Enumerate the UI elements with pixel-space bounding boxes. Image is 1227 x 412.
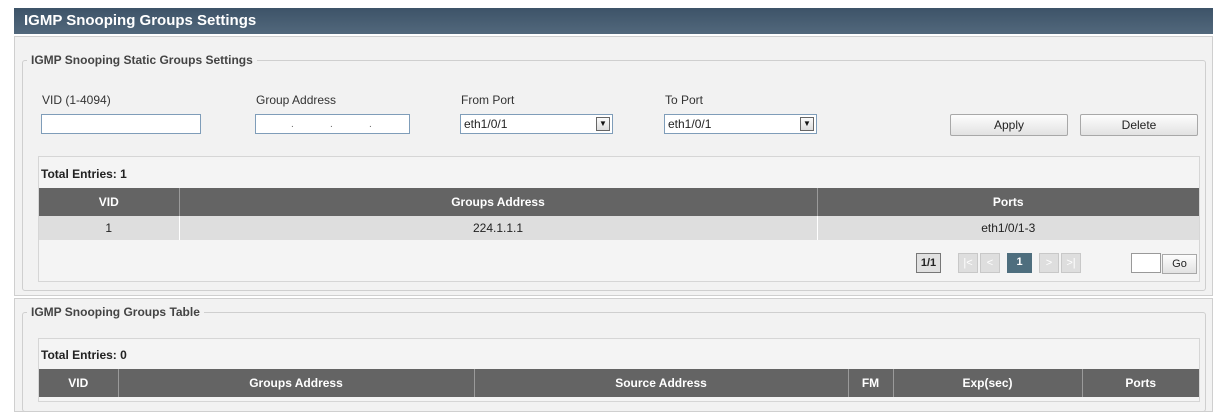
- to-port-label: To Port: [665, 93, 704, 107]
- column-header-exp-sec: Exp(sec): [893, 369, 1083, 397]
- column-header-vid: VID: [39, 188, 180, 216]
- go-page-input[interactable]: [1131, 253, 1161, 273]
- static-groups-legend: IGMP Snooping Static Groups Settings: [27, 53, 257, 67]
- apply-button[interactable]: Apply: [950, 114, 1068, 136]
- next-page-button[interactable]: >: [1039, 253, 1059, 273]
- prev-page-button[interactable]: <: [980, 253, 1000, 273]
- total-entries: Total Entries: 0: [41, 348, 127, 362]
- groups-table-panel: IGMP Snooping Groups Table Total Entries…: [14, 298, 1213, 412]
- column-header-groups-address: Groups Address: [179, 188, 818, 216]
- first-page-button[interactable]: |<: [958, 253, 978, 273]
- ip-separator: .: [330, 119, 333, 130]
- groups-table-legend: IGMP Snooping Groups Table: [27, 305, 204, 319]
- page-title: IGMP Snooping Groups Settings: [14, 8, 1213, 34]
- static-groups-results: Total Entries: 1 VID Groups Address Port…: [38, 156, 1200, 282]
- from-port-value: eth1/0/1: [464, 117, 508, 131]
- go-button[interactable]: Go: [1162, 254, 1197, 274]
- group-address-input[interactable]: . . .: [255, 114, 410, 134]
- last-page-button[interactable]: >|: [1061, 253, 1081, 273]
- chevron-down-icon[interactable]: ▼: [800, 117, 814, 131]
- vid-input[interactable]: [41, 114, 201, 134]
- table-header-row: VID Groups Address Ports: [39, 188, 1199, 216]
- column-header-vid: VID: [39, 369, 119, 397]
- current-page-button[interactable]: 1: [1007, 253, 1032, 273]
- column-header-ports: Ports: [1082, 369, 1199, 397]
- column-header-source-address: Source Address: [474, 369, 849, 397]
- table-header-row: VID Groups Address Source Address FM Exp…: [39, 369, 1199, 397]
- from-port-label: From Port: [461, 93, 515, 107]
- static-groups-panel: IGMP Snooping Static Groups Settings VID…: [14, 36, 1213, 296]
- to-port-select[interactable]: eth1/0/1 ▼: [664, 114, 817, 134]
- pagination: 1/1 |< < 1 > >| Go: [916, 253, 1199, 275]
- ip-separator: .: [369, 119, 372, 130]
- cell-groups-address: 224.1.1.1: [179, 216, 818, 240]
- groups-table: VID Groups Address Source Address FM Exp…: [39, 369, 1199, 397]
- ip-separator: .: [291, 119, 294, 130]
- cell-vid: 1: [39, 216, 180, 240]
- column-header-fm: FM: [848, 369, 894, 397]
- static-groups-table: VID Groups Address Ports 1 224.1.1.1 eth…: [39, 188, 1199, 240]
- group-address-label: Group Address: [256, 93, 337, 107]
- column-header-ports: Ports: [817, 188, 1199, 216]
- vid-label: VID (1-4094): [42, 93, 111, 107]
- cell-ports: eth1/0/1-3: [817, 216, 1199, 240]
- delete-button[interactable]: Delete: [1080, 114, 1198, 136]
- page-count: 1/1: [916, 253, 941, 273]
- chevron-down-icon[interactable]: ▼: [596, 117, 610, 131]
- to-port-value: eth1/0/1: [668, 117, 712, 131]
- from-port-select[interactable]: eth1/0/1 ▼: [460, 114, 613, 134]
- total-entries: Total Entries: 1: [41, 167, 127, 181]
- table-row: 1 224.1.1.1 eth1/0/1-3: [39, 216, 1199, 240]
- groups-table-results: Total Entries: 0 VID Groups Address Sour…: [38, 338, 1200, 402]
- column-header-groups-address: Groups Address: [118, 369, 475, 397]
